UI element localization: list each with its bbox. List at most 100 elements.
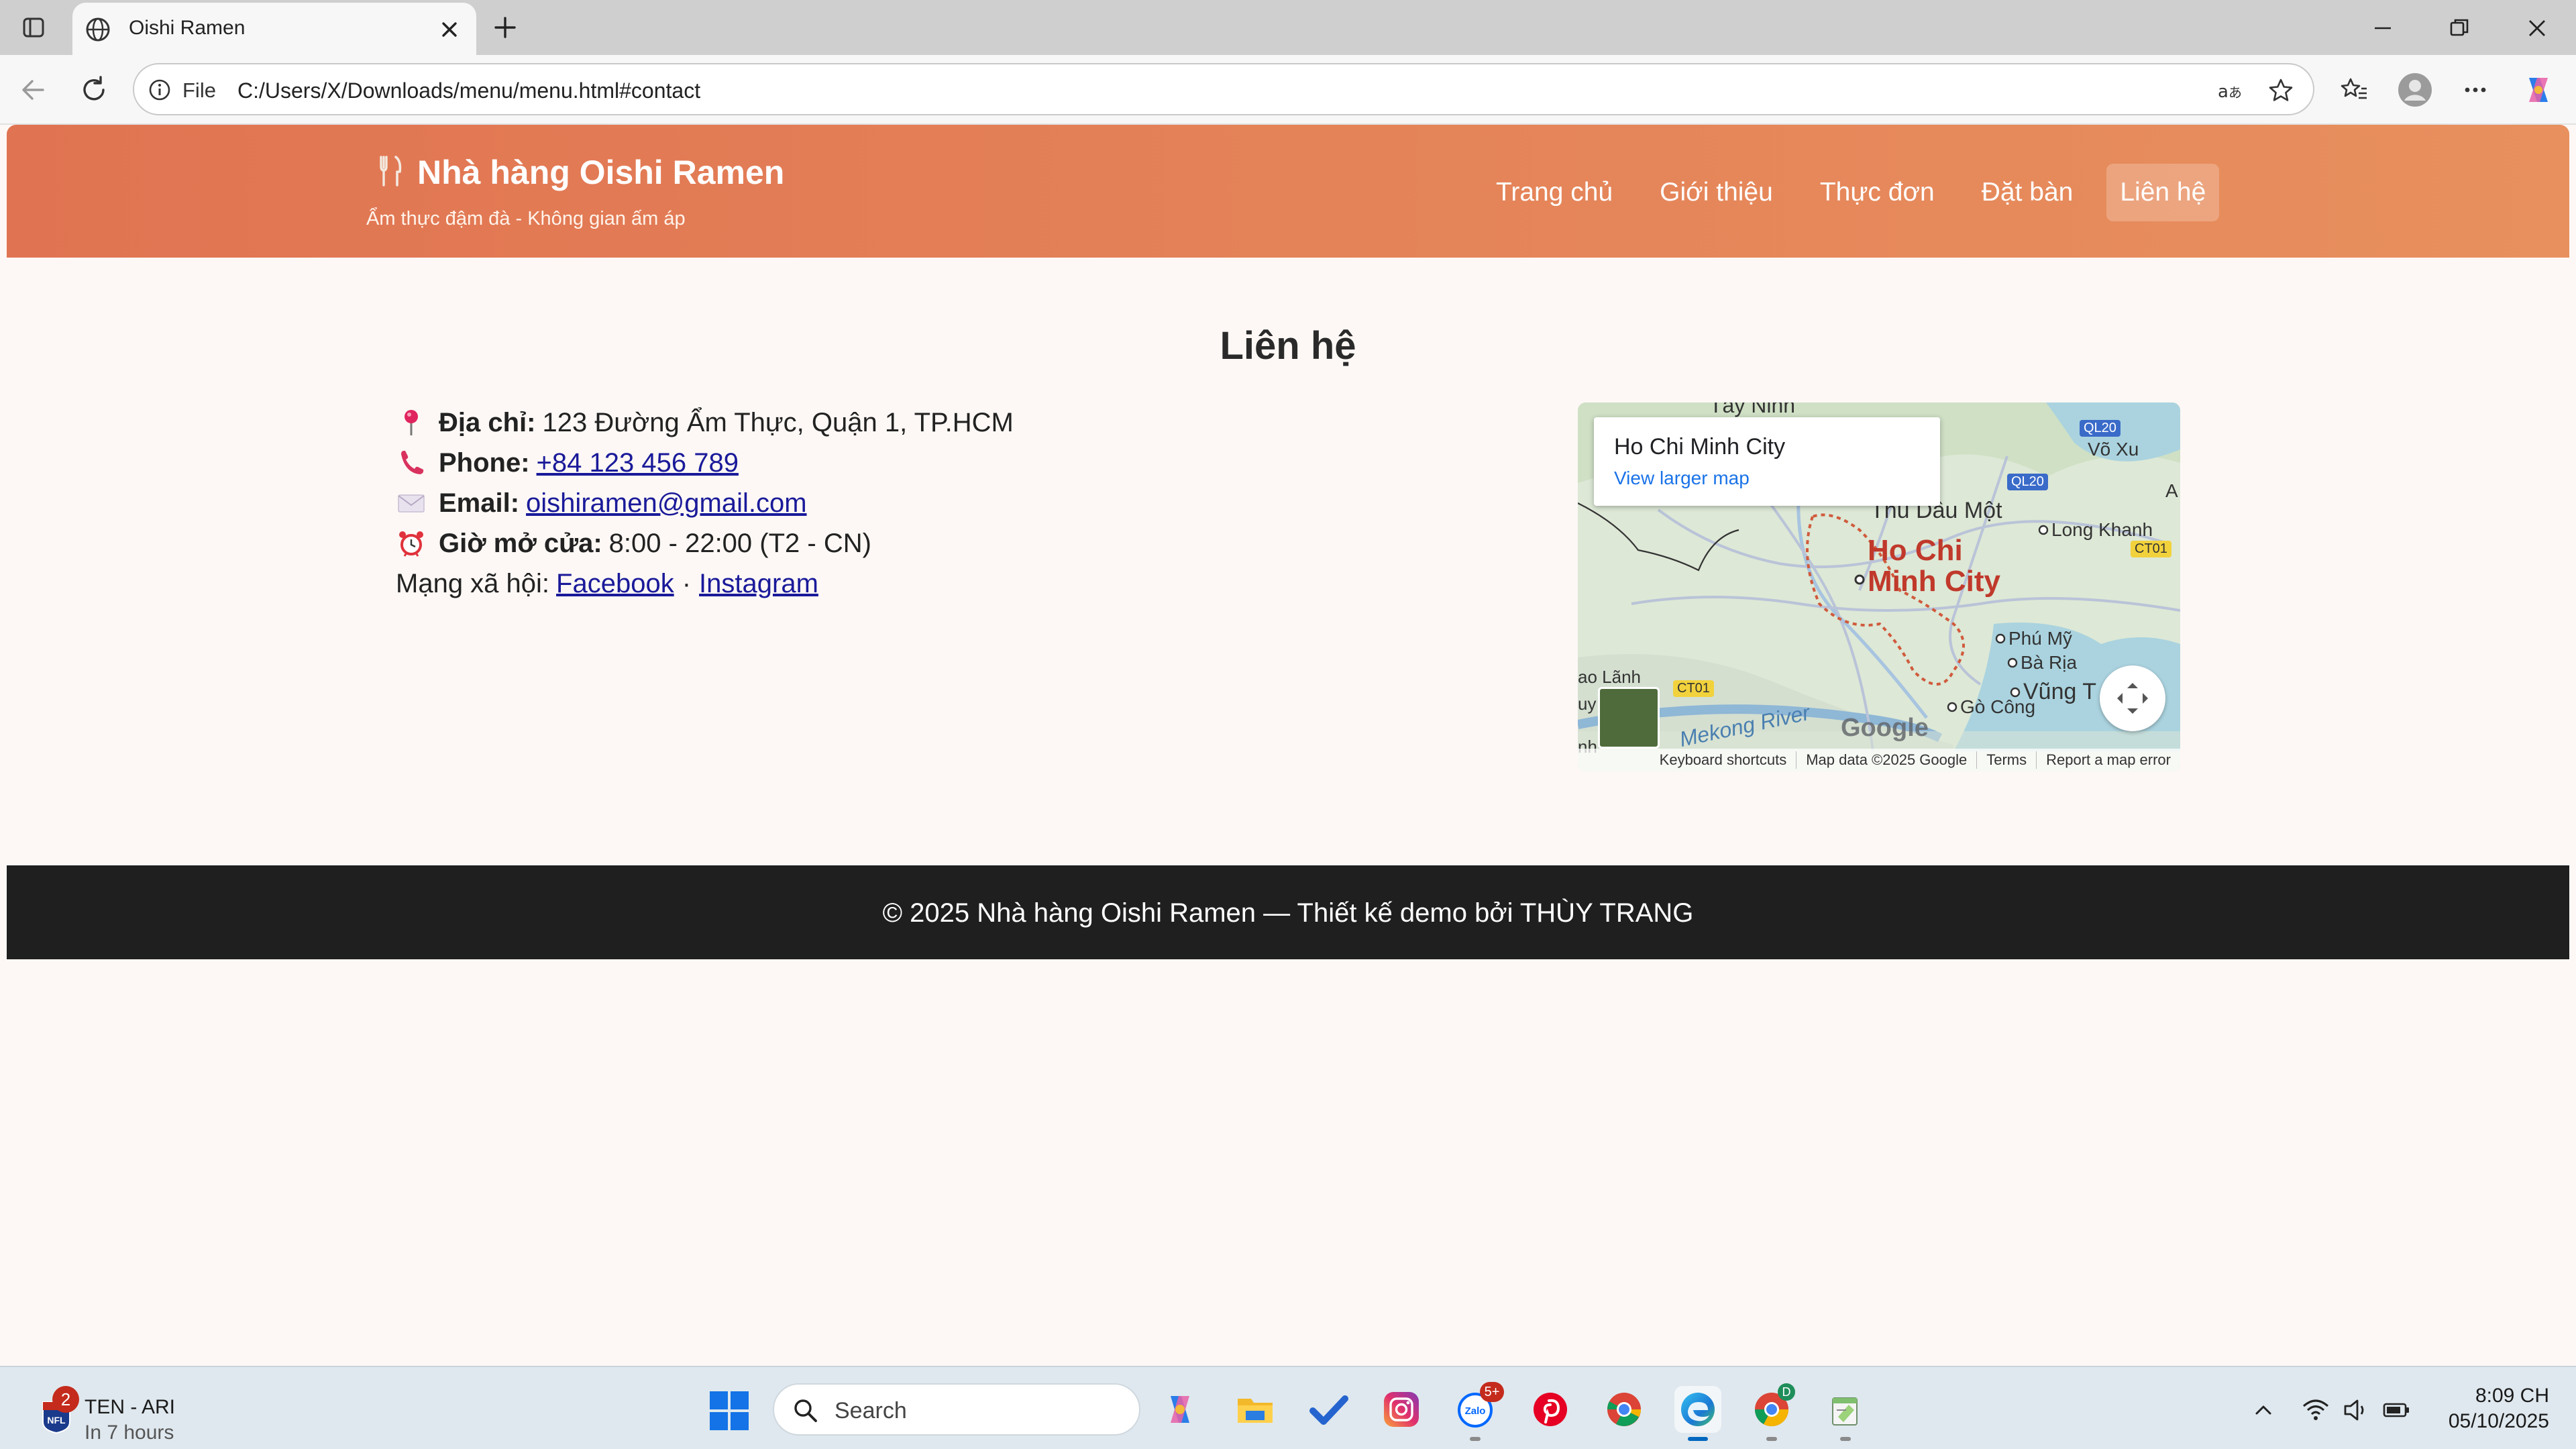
map-label: Mekong River [1677,700,1812,752]
address-bar[interactable]: File C:/Users/X/Downloads/menu/menu.html… [133,63,2314,115]
terms-link[interactable]: Terms [1976,751,2036,769]
facebook-link[interactable]: Facebook [556,564,674,604]
road-shield: CT01 [1673,680,1714,697]
map-label: ao Lãnh [1578,667,1641,687]
phone-link[interactable]: +84 123 456 789 [537,443,739,483]
site-footer: © 2025 Nhà hàng Oishi Ramen — Thiết kế d… [7,865,2569,959]
new-tab-icon[interactable] [490,12,521,43]
map-label: Long Khanh [2051,519,2153,540]
browser-tab-active[interactable]: Oishi Ramen [72,3,476,55]
envelope-icon [396,488,427,519]
map-label: Tây Ninh [1709,402,1796,417]
start-windows-icon[interactable] [707,1389,751,1433]
chevron-up-icon[interactable] [2249,1395,2278,1425]
notepad-app-icon[interactable] [1822,1386,1869,1441]
alarm-clock-icon [396,528,427,559]
close-tab-icon[interactable] [436,16,463,43]
brand-title[interactable]: Nhà hàng Oishi Ramen [373,152,784,193]
back-arrow-icon[interactable] [16,72,51,107]
report-map-error-link[interactable]: Report a map error [2036,751,2180,769]
profile-avatar-icon[interactable] [2396,71,2434,109]
svg-text:a: a [2218,82,2229,102]
nav-home[interactable]: Trang chủ [1483,164,1626,221]
phone-row: Phone: +84 123 456 789 [396,443,1014,483]
phone-icon [396,447,427,478]
globe-icon [85,16,111,43]
taskbar-search-box[interactable]: Search [773,1383,1140,1436]
wifi-icon[interactable] [2301,1395,2330,1425]
copilot-app-icon[interactable] [1157,1386,1203,1433]
file-explorer-icon[interactable] [1232,1386,1279,1433]
nav-contact[interactable]: Liên hệ [2106,164,2220,221]
chrome-profile-app-icon[interactable]: D [1748,1383,1795,1441]
phone-label: Phone: [439,448,530,478]
social-label: Mạng xã hội: [396,569,550,598]
hours-label: Giờ mở cửa: [439,529,602,558]
clock-time: 8:09 CH [2475,1385,2549,1407]
widget-subtitle: In 7 hours [85,1421,174,1444]
instagram-app-icon[interactable] [1378,1386,1425,1433]
map-city-label: Minh City [1868,565,2000,598]
social-separator: · [682,569,692,598]
clock-date: 05/10/2025 [2448,1410,2549,1432]
satellite-toggle[interactable] [1598,687,1660,749]
hours-row: Giờ mở cửa: 8:00 - 22:00 (T2 - CN) [396,523,1014,564]
map-place-card: Ho Chi Minh City View larger map [1594,417,1940,506]
contact-info: Địa chỉ: 123 Đường Ẩm Thực, Quận 1, TP.H… [396,402,1014,604]
todo-checkmark-icon[interactable] [1305,1386,1352,1433]
add-favorite-star-icon[interactable] [2267,77,2294,104]
address-row: Địa chỉ: 123 Đường Ẩm Thực, Quận 1, TP.H… [396,402,1014,443]
contact-section: Liên hệ Địa chỉ: 123 Đường Ẩm Thực, Quận… [7,258,2569,865]
tab-actions-icon[interactable] [15,12,52,43]
nav-booking[interactable]: Đặt bàn [1968,164,2087,221]
map-camera-control[interactable] [2100,665,2165,731]
pan-arrows-icon [2117,683,2148,714]
favorites-icon[interactable] [2336,71,2373,109]
map-pin-icon [396,407,427,438]
site-info-icon[interactable] [148,78,172,102]
pinterest-app-icon[interactable] [1527,1386,1574,1433]
close-window-icon[interactable] [2522,13,2552,43]
copilot-icon[interactable] [2520,71,2557,109]
nav-about[interactable]: Giới thiệu [1646,164,1786,221]
zalo-badge: 5+ [1480,1382,1504,1402]
keyboard-shortcuts-link[interactable]: Keyboard shortcuts [1650,751,1796,769]
instagram-link[interactable]: Instagram [699,564,818,604]
footer-copyright: © 2025 Nhà hàng Oishi Ramen — Thiết kế d… [882,898,1694,928]
site-header: Nhà hàng Oishi Ramen Ẩm thực đậm đà - Kh… [7,125,2569,258]
map-label: uy [1578,694,1597,714]
nav-menu[interactable]: Thực đơn [1807,164,1948,221]
more-options-icon[interactable] [2457,71,2494,109]
chrome-app-icon[interactable] [1601,1386,1648,1433]
search-icon [792,1397,820,1425]
email-label: Email: [439,488,520,518]
edge-app-icon[interactable] [1674,1386,1721,1441]
road-shield: QL20 [2080,420,2121,437]
system-clock[interactable]: 8:09 CH 05/10/2025 [2428,1383,2549,1434]
map-label: Võ Xu [2088,439,2139,460]
map-label: Phú Mỹ [2008,628,2072,649]
map-attribution-bar: Keyboard shortcuts Map data ©2025 Google… [1578,749,2180,771]
minimize-icon[interactable] [2368,13,2398,43]
embedded-map[interactable]: Tây Ninh Võ Xu Thủ Dầu Một Long Khanh Ph… [1578,402,2180,771]
battery-icon[interactable] [2381,1395,2411,1425]
widgets-button[interactable]: NFL 2 TEN - ARI In 7 hours [34,1379,208,1444]
read-aloud-icon[interactable]: aあ [2216,77,2243,104]
tab-title: Oishi Ramen [129,17,246,39]
address-value: 123 Đường Ẩm Thực, Quận 1, TP.HCM [542,408,1014,437]
email-row: Email: oishiramen@gmail.com [396,483,1014,523]
svg-text:NFL: NFL [47,1415,66,1426]
main-nav: Trang chủ Giới thiệu Thực đơn Đặt bàn Li… [1462,164,2220,221]
email-link[interactable]: oishiramen@gmail.com [526,483,807,523]
view-larger-map-link[interactable]: View larger map [1614,467,1750,490]
url-text[interactable]: C:/Users/X/Downloads/menu/menu.html#cont… [237,78,700,103]
restore-icon[interactable] [2445,13,2474,43]
zalo-app-icon[interactable]: Zalo 5+ [1452,1382,1504,1441]
map-label: A [2165,480,2178,501]
volume-icon[interactable] [2341,1395,2371,1425]
map-label: Gò Công [1960,696,2036,717]
brand-tagline: Ẩm thực đậm đà - Không gian ấm áp [366,208,686,229]
section-title: Liên hệ [1220,324,1356,368]
browser-toolbar: File C:/Users/X/Downloads/menu/menu.html… [0,55,2576,125]
reload-icon[interactable] [76,72,111,107]
